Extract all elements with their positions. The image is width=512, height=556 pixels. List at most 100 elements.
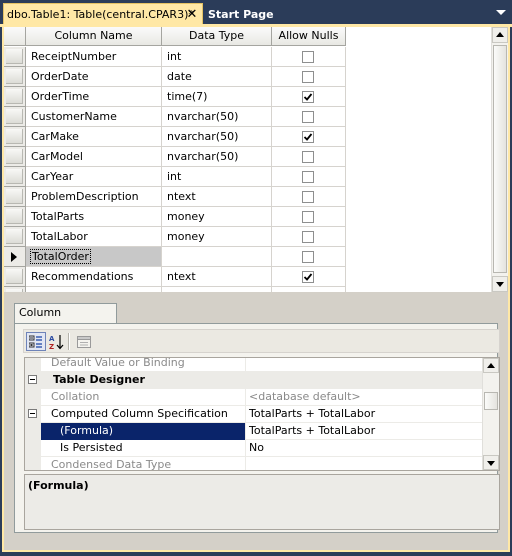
table-row[interactable]: TotalOrder <box>4 247 346 267</box>
allow-nulls-checkbox[interactable] <box>302 71 314 83</box>
row-selector[interactable] <box>4 67 26 87</box>
row-selector[interactable] <box>4 87 26 107</box>
data-type-cell[interactable]: ntext <box>162 267 272 287</box>
data-type-cell[interactable]: nvarchar(50) <box>162 147 272 167</box>
column-name-cell[interactable]: Recommendations <box>26 267 162 287</box>
column-name-cell[interactable]: CarMake <box>26 127 162 147</box>
property-row[interactable]: Computed Column Specification TotalParts … <box>25 406 493 423</box>
column-name-cell[interactable]: OrderTime <box>26 87 162 107</box>
allow-nulls-checkbox[interactable] <box>302 151 314 163</box>
allow-nulls-checkbox[interactable] <box>302 171 314 183</box>
property-gutter <box>25 440 41 457</box>
row-selector[interactable] <box>4 247 26 267</box>
allow-nulls-checkbox[interactable] <box>302 251 314 263</box>
property-value[interactable] <box>247 457 493 470</box>
column-name-cell[interactable]: TotalOrder <box>26 247 162 267</box>
property-value[interactable]: TotalParts + TotalLabor <box>247 406 493 423</box>
tab-start-page[interactable]: Start Page <box>208 3 274 24</box>
property-value[interactable] <box>247 358 493 372</box>
column-name-cell[interactable]: TotalParts <box>26 207 162 227</box>
data-type-cell[interactable]: ntext <box>162 187 272 207</box>
property-row[interactable]: Is Persisted No <box>25 440 493 457</box>
property-row[interactable]: (Formula) TotalParts + TotalLabor <box>25 423 493 440</box>
property-row[interactable]: Collation <database default> <box>25 389 493 406</box>
categorized-icon[interactable] <box>26 332 46 351</box>
data-type-cell[interactable]: int <box>162 47 272 67</box>
column-name-cell[interactable]: OrderDate <box>26 67 162 87</box>
close-icon[interactable]: ✕ <box>185 7 199 22</box>
allow-nulls-checkbox[interactable] <box>302 271 314 283</box>
sort-alphabetical-icon[interactable]: A Z <box>47 332 67 351</box>
table-row[interactable]: Recommendations ntext <box>4 267 346 287</box>
column-name-cell[interactable]: ReceiptNumber <box>26 47 162 67</box>
grid-vertical-scrollbar[interactable] <box>491 27 508 292</box>
chevron-down-icon[interactable] <box>495 6 506 18</box>
table-row[interactable]: CarMake nvarchar(50) <box>4 127 346 147</box>
header-column-name[interactable]: Column Name <box>26 27 162 46</box>
row-selector[interactable] <box>4 127 26 147</box>
data-type-cell[interactable]: time(7) <box>162 87 272 107</box>
allow-nulls-checkbox[interactable] <box>302 231 314 243</box>
property-row[interactable]: Default Value or Binding <box>25 358 493 372</box>
allow-nulls-checkbox[interactable] <box>302 131 314 143</box>
allow-nulls-checkbox[interactable] <box>302 191 314 203</box>
property-pages-icon[interactable] <box>74 332 94 351</box>
column-name-text: CarModel <box>31 150 83 163</box>
data-type-cell[interactable]: int <box>162 167 272 187</box>
row-selector[interactable] <box>4 47 26 67</box>
data-type-cell[interactable]: money <box>162 227 272 247</box>
table-row[interactable]: OrderTime time(7) <box>4 87 346 107</box>
table-row[interactable]: CarYear int <box>4 167 346 187</box>
table-row[interactable]: ProblemDescription ntext <box>4 187 346 207</box>
property-description: (Formula) <box>24 474 500 530</box>
tab-table-designer[interactable]: dbo.Table1: Table(central.CPAR3)* ✕ <box>3 3 203 24</box>
data-type-cell[interactable]: nvarchar(50) <box>162 107 272 127</box>
column-name-cell[interactable]: ProblemDescription <box>26 187 162 207</box>
row-selector[interactable] <box>4 227 26 247</box>
allow-nulls-checkbox[interactable] <box>302 91 314 103</box>
table-row[interactable]: CustomerName nvarchar(50) <box>4 107 346 127</box>
scroll-up-icon[interactable] <box>492 27 508 43</box>
scroll-down-icon[interactable] <box>492 276 508 292</box>
data-type-cell[interactable]: nvarchar(50) <box>162 127 272 147</box>
property-grid-scrollbar[interactable] <box>482 358 499 470</box>
table-row[interactable]: TotalLabor money <box>4 227 346 247</box>
allow-nulls-checkbox[interactable] <box>302 111 314 123</box>
header-allow-nulls[interactable]: Allow Nulls <box>272 27 346 46</box>
svg-text:A: A <box>49 335 55 343</box>
scroll-thumb[interactable] <box>484 392 498 410</box>
scroll-down-icon[interactable] <box>483 455 499 470</box>
row-selector[interactable] <box>4 207 26 227</box>
collapse-icon[interactable] <box>28 409 37 418</box>
row-selector[interactable] <box>4 167 26 187</box>
scroll-thumb[interactable] <box>493 45 507 273</box>
pane-splitter[interactable] <box>2 292 510 300</box>
row-selector[interactable] <box>4 147 26 167</box>
allow-nulls-cell <box>272 127 346 147</box>
property-category[interactable]: Table Designer <box>25 372 493 389</box>
tab-column-properties[interactable]: Column Properties <box>14 303 117 337</box>
property-value[interactable]: No <box>247 440 493 457</box>
column-name-cell[interactable]: CarModel <box>26 147 162 167</box>
property-value[interactable]: TotalParts + TotalLabor <box>247 423 493 440</box>
row-selector[interactable] <box>4 187 26 207</box>
table-row[interactable]: ReceiptNumber int <box>4 47 346 67</box>
data-type-cell[interactable] <box>162 247 272 267</box>
column-name-cell[interactable]: CustomerName <box>26 107 162 127</box>
table-row[interactable]: CarModel nvarchar(50) <box>4 147 346 167</box>
data-type-cell[interactable]: date <box>162 67 272 87</box>
property-value[interactable]: <database default> <box>247 389 493 406</box>
collapse-icon[interactable] <box>28 375 37 384</box>
table-row[interactable]: OrderDate date <box>4 67 346 87</box>
allow-nulls-checkbox[interactable] <box>302 211 314 223</box>
header-data-type[interactable]: Data Type <box>162 27 272 46</box>
allow-nulls-checkbox[interactable] <box>302 51 314 63</box>
column-name-cell[interactable]: TotalLabor <box>26 227 162 247</box>
property-row[interactable]: Condensed Data Type <box>25 457 493 470</box>
scroll-up-icon[interactable] <box>483 358 499 373</box>
data-type-cell[interactable]: money <box>162 207 272 227</box>
row-selector[interactable] <box>4 267 26 287</box>
row-selector[interactable] <box>4 107 26 127</box>
column-name-cell[interactable]: CarYear <box>26 167 162 187</box>
table-row[interactable]: TotalParts money <box>4 207 346 227</box>
